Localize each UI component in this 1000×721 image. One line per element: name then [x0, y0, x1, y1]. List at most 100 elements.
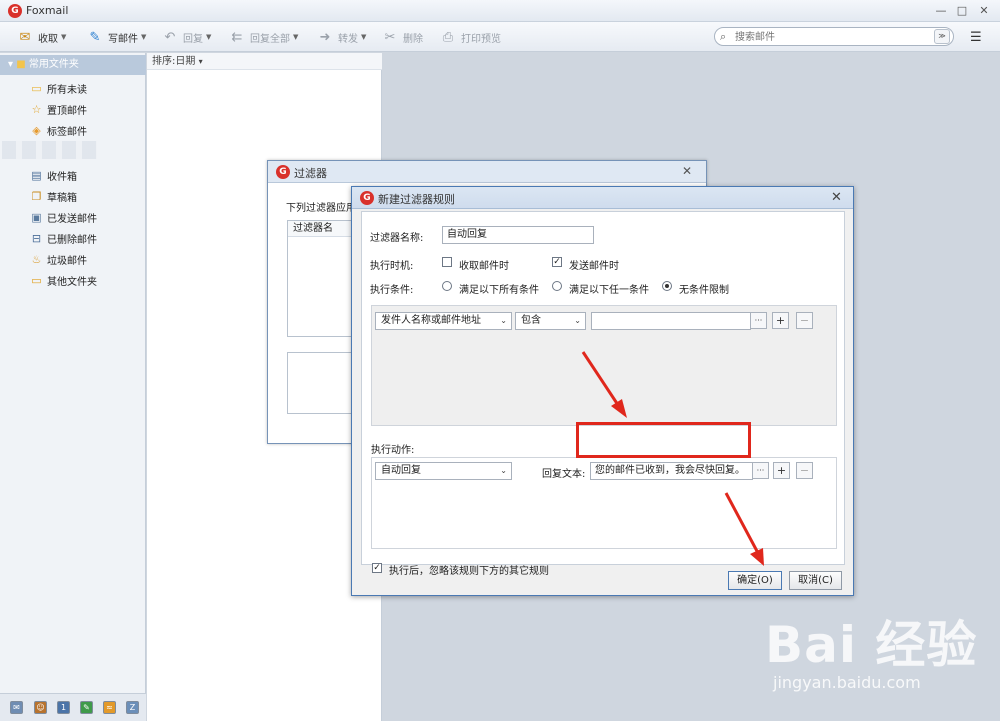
rss-icon[interactable]: ≈	[103, 701, 116, 714]
ok-button[interactable]: 确定(O)	[728, 571, 782, 590]
folder-sidebar: ▾ ■ 常用文件夹 ▭ 所有未读 ☆ 置顶邮件 ◈ 标签邮件 ▤ 收件箱 ❐ 草…	[0, 53, 146, 721]
sidebar-item-label: 已删除邮件	[47, 234, 97, 246]
condition-label: 执行条件:	[370, 285, 414, 296]
tools-icon[interactable]: Z	[126, 701, 139, 714]
chevron-down-icon[interactable]: ▼	[361, 33, 366, 41]
condition-any-radio[interactable]	[552, 281, 562, 291]
chevron-down-icon[interactable]: ▼	[61, 33, 66, 41]
annotation-highlight-box	[576, 422, 751, 458]
favorites-header[interactable]: ▾ ■ 常用文件夹	[0, 55, 146, 75]
chevron-down-icon[interactable]: ▼	[293, 33, 298, 41]
skip-rules-checkbox[interactable]: ✓	[372, 563, 382, 573]
cancel-button[interactable]: 取消(C)	[789, 571, 842, 590]
condition-value-input[interactable]	[591, 312, 751, 330]
timing-send-checkbox[interactable]: ✓	[552, 257, 562, 267]
condition-field-select[interactable]: 发件人名称或邮件地址 ⌄	[375, 312, 512, 330]
filter-detail-box	[287, 352, 352, 414]
rule-name-label: 过滤器名称:	[370, 233, 424, 244]
envelope-icon: ✉	[19, 29, 31, 45]
sidebar-item-label: 已发送邮件	[47, 213, 97, 225]
reply-text-input[interactable]: 您的邮件已收到，我会尽快回复。	[590, 462, 753, 480]
foxmail-logo-icon: G	[8, 4, 22, 18]
reply-label: 回复	[183, 33, 203, 45]
condition-more-button[interactable]: ···	[750, 312, 767, 329]
foxmail-logo-icon: G	[276, 165, 290, 179]
sidebar-item-inbox[interactable]: ▤ 收件箱	[30, 167, 77, 183]
condition-all-radio[interactable]	[442, 281, 452, 291]
condition-none-radio[interactable]	[662, 281, 672, 291]
skip-rules-label: 执行后，忽略该规则下方的其它规则	[389, 566, 549, 577]
collapse-triangle-icon[interactable]: ▾	[8, 59, 13, 70]
delete-label: 删除	[403, 33, 423, 45]
search-box: ⌕ ≫	[714, 27, 954, 46]
reply-text-label: 回复文本:	[542, 469, 586, 480]
receive-button[interactable]: ✉ 收取 ▼	[15, 26, 67, 48]
forward-label: 转发	[338, 33, 358, 45]
chevron-down-icon: ⌄	[500, 466, 507, 475]
chevron-down-icon[interactable]: ▼	[206, 33, 211, 41]
close-icon[interactable]: ✕	[831, 190, 842, 205]
minimize-button[interactable]: —	[932, 3, 950, 18]
sidebar-item-sent[interactable]: ▣ 已发送邮件	[30, 209, 97, 225]
title-bar: G Foxmail — □ ✕	[0, 0, 1000, 22]
maximize-button[interactable]: □	[953, 3, 971, 18]
sidebar-item-tagged[interactable]: ◈ 标签邮件	[30, 122, 87, 138]
print-preview-label: 打印预览	[461, 33, 501, 45]
close-icon[interactable]: ✕	[682, 164, 692, 178]
close-button[interactable]: ✕	[975, 3, 993, 18]
sidebar-item-label: 其他文件夹	[47, 276, 97, 288]
delete-button[interactable]: ✂ 删除	[380, 26, 423, 48]
reply-all-button[interactable]: ⇇ 回复全部 ▼	[227, 26, 299, 48]
remove-condition-button[interactable]: −	[796, 312, 813, 329]
search-input[interactable]	[735, 30, 925, 44]
mail-view-icon[interactable]: ✉	[10, 701, 23, 714]
sidebar-item-unread[interactable]: ▭ 所有未读	[30, 80, 87, 96]
sidebar-item-pinned[interactable]: ☆ 置顶邮件	[30, 101, 87, 117]
notes-icon[interactable]: ✎	[80, 701, 93, 714]
sidebar-item-label: 收件箱	[47, 171, 77, 183]
chevron-down-icon[interactable]: ▼	[141, 33, 146, 41]
sidebar-item-drafts[interactable]: ❐ 草稿箱	[30, 188, 77, 204]
receive-label: 收取	[38, 33, 58, 45]
folder-icon: ■	[16, 59, 26, 70]
timing-receive-checkbox[interactable]	[442, 257, 452, 267]
contacts-icon[interactable]: ☺	[34, 701, 47, 714]
print-preview-button[interactable]: ⎙ 打印预览	[438, 26, 501, 48]
sidebar-item-label: 所有未读	[47, 84, 87, 96]
app-title: Foxmail	[26, 4, 69, 17]
search-options-icon[interactable]: ≫	[934, 29, 950, 44]
calendar-icon[interactable]: 1	[57, 701, 70, 714]
menu-icon[interactable]: ☰	[970, 30, 982, 45]
sidebar-item-other[interactable]: ▭ 其他文件夹	[30, 272, 97, 288]
remove-action-button[interactable]: −	[796, 462, 813, 479]
reply-text-more-button[interactable]: ···	[752, 462, 769, 479]
reply-all-label: 回复全部	[250, 33, 290, 45]
sidebar-item-junk[interactable]: ♨ 垃圾邮件	[30, 251, 87, 267]
compose-button[interactable]: ✎ 写邮件 ▼	[85, 26, 147, 48]
condition-operator-select[interactable]: 包含 ⌄	[515, 312, 586, 330]
sidebar-item-label: 置顶邮件	[47, 105, 87, 117]
chevron-down-icon: ▾	[198, 57, 203, 66]
baidu-watermark: Bai 经验 jingyan.baidu.com	[765, 605, 995, 715]
filter-dialog-title: 过滤器	[294, 167, 327, 180]
timing-send-label: 发送邮件时	[569, 261, 619, 272]
forward-button[interactable]: ➜ 转发 ▼	[315, 26, 367, 48]
star-icon: ☆	[31, 102, 42, 116]
reply-all-icon: ⇇	[231, 29, 243, 45]
sidebar-item-label: 垃圾邮件	[47, 255, 87, 267]
filter-list[interactable]: 过滤器名	[287, 220, 352, 337]
watermark-url: jingyan.baidu.com	[773, 673, 921, 692]
add-condition-button[interactable]: +	[772, 312, 789, 329]
add-action-button[interactable]: +	[773, 462, 790, 479]
rule-name-input[interactable]: 自动回复	[442, 226, 594, 244]
trash-icon: ⊟	[31, 231, 42, 245]
reply-button[interactable]: ↶ 回复 ▼	[160, 26, 212, 48]
inbox-icon: ▤	[31, 168, 42, 182]
folder-icon: ▭	[31, 81, 42, 95]
action-type-select[interactable]: 自动回复 ⌄	[375, 462, 512, 480]
sort-selector[interactable]: 排序:日期 ▾	[147, 53, 382, 70]
sidebar-item-deleted[interactable]: ⊟ 已删除邮件	[30, 230, 97, 246]
sidebar-bottom-bar: ✉ ☺ 1 ✎ ≈ Z	[0, 693, 146, 721]
rule-form: 过滤器名称: 自动回复 执行时机: 收取邮件时 ✓ 发送邮件时 执行条件: 满足…	[361, 211, 845, 577]
forward-icon: ➜	[319, 29, 331, 45]
